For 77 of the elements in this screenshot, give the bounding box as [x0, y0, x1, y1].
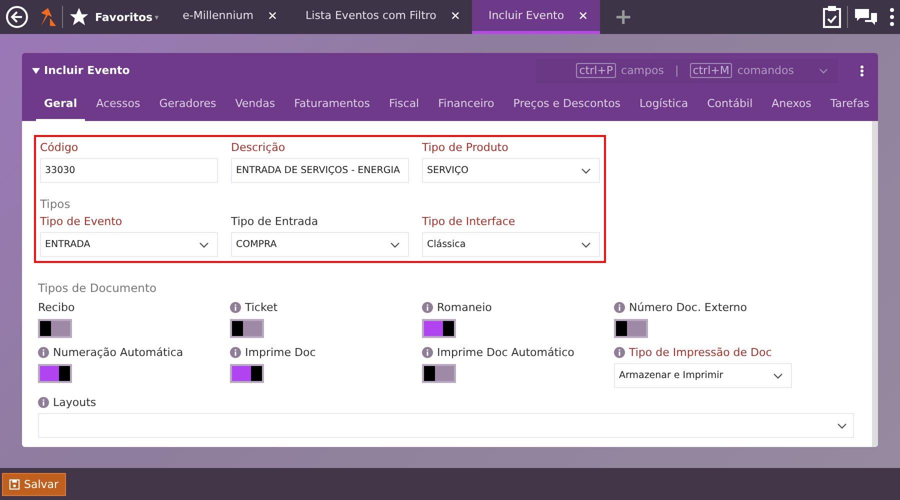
chevron-down-icon — [837, 422, 847, 428]
field-label: Layouts — [53, 396, 96, 409]
browser-tab[interactable]: Lista Eventos com Filtro ✕ — [290, 0, 472, 34]
chevron-down-icon — [199, 242, 209, 248]
chevron-down-icon — [773, 372, 783, 378]
chat-icon[interactable] — [854, 7, 878, 27]
select-field[interactable]: Armazenar e Imprimir — [614, 363, 792, 388]
info-icon[interactable] — [422, 302, 433, 313]
toggle-switch[interactable] — [38, 319, 72, 338]
field-label: Descrição — [231, 141, 286, 154]
info-icon[interactable] — [614, 302, 625, 313]
tab[interactable]: Contábil — [699, 88, 761, 121]
field-label: Tipo de Produto — [422, 141, 510, 154]
close-icon[interactable]: ✕ — [450, 8, 460, 22]
field-label: Romaneio — [437, 301, 492, 314]
shortcut-bar[interactable]: ctrl+P campos | ctrl+M comandos — [536, 58, 838, 82]
toggle-switch[interactable] — [422, 319, 456, 338]
toggle-switch[interactable] — [38, 364, 72, 383]
browser-tab[interactable]: e-Millennium ✕ — [166, 0, 290, 34]
input-field[interactable]: 33030 — [40, 158, 218, 183]
field-label: Ticket — [245, 301, 278, 314]
tab[interactable]: Anexos — [764, 88, 820, 121]
close-icon[interactable]: ✕ — [578, 8, 588, 22]
browser-tab[interactable]: Incluir Evento ✕ — [472, 0, 600, 34]
save-icon — [9, 478, 20, 490]
favorites-menu[interactable]: Favoritos ▾ — [95, 0, 167, 34]
field-label: Tipo de Interface — [422, 215, 516, 228]
tab[interactable]: Acessos — [88, 88, 148, 121]
clipboard-icon[interactable] — [822, 5, 842, 29]
field-label: Tipo de Impressão de Doc — [629, 346, 772, 359]
caret-icon[interactable] — [32, 68, 40, 74]
toggle-switch[interactable] — [230, 319, 264, 338]
select-field[interactable]: ENTRADA — [40, 232, 218, 257]
field-label: Código — [40, 141, 80, 154]
info-icon[interactable] — [230, 347, 241, 358]
tab[interactable]: Tarefas — [822, 88, 878, 121]
more-icon[interactable] — [860, 64, 864, 76]
toggle-switch[interactable] — [230, 364, 264, 383]
select-field[interactable]: COMPRA — [231, 232, 409, 257]
toggle-switch[interactable] — [614, 319, 648, 338]
save-button[interactable]: Salvar — [2, 472, 66, 496]
tab[interactable]: Geradores — [151, 88, 224, 121]
star-icon[interactable] — [68, 6, 90, 28]
info-icon[interactable] — [614, 347, 625, 358]
tab[interactable]: Faturamentos — [286, 88, 378, 121]
tab[interactable]: Vendas — [227, 88, 284, 121]
info-icon[interactable] — [422, 347, 433, 358]
tab[interactable]: Preços e Descontos — [505, 88, 629, 121]
tab[interactable]: Fiscal — [380, 88, 428, 121]
select-field[interactable] — [38, 413, 854, 438]
chevron-down-icon — [581, 168, 591, 174]
section-title: Tipos — [40, 197, 72, 211]
field-label: Recibo — [38, 301, 75, 314]
toggle-switch[interactable] — [422, 364, 456, 383]
info-icon[interactable] — [38, 347, 49, 358]
tab[interactable]: Financeiro — [430, 88, 502, 121]
input-field[interactable]: ENTRADA DE SERVIÇOS - ENERGIA — [231, 158, 409, 183]
info-icon[interactable] — [38, 397, 49, 408]
chevron-down-icon — [581, 242, 591, 248]
field-label: Número Doc. Externo — [629, 301, 748, 314]
back-icon[interactable] — [5, 5, 29, 29]
info-icon[interactable] — [230, 302, 241, 313]
panel-title: Incluir Evento — [44, 64, 130, 77]
add-tab-button[interactable]: + — [614, 4, 633, 30]
select-field[interactable]: Clássica — [422, 232, 600, 257]
field-label: Imprime Doc Automático — [437, 346, 574, 359]
logo-icon — [39, 7, 57, 27]
select-field[interactable]: SERVIÇO — [422, 158, 600, 183]
section-title: Tipos de Documento — [38, 281, 158, 295]
close-icon[interactable]: ✕ — [267, 8, 278, 22]
field-label: Numeração Automática — [53, 346, 184, 359]
field-label: Imprime Doc — [245, 346, 316, 359]
tab[interactable]: Logística — [632, 88, 696, 121]
field-label: Tipo de Entrada — [231, 215, 320, 228]
more-icon[interactable] — [889, 7, 895, 27]
chevron-down-icon — [390, 242, 400, 248]
field-label: Tipo de Evento — [40, 215, 124, 228]
